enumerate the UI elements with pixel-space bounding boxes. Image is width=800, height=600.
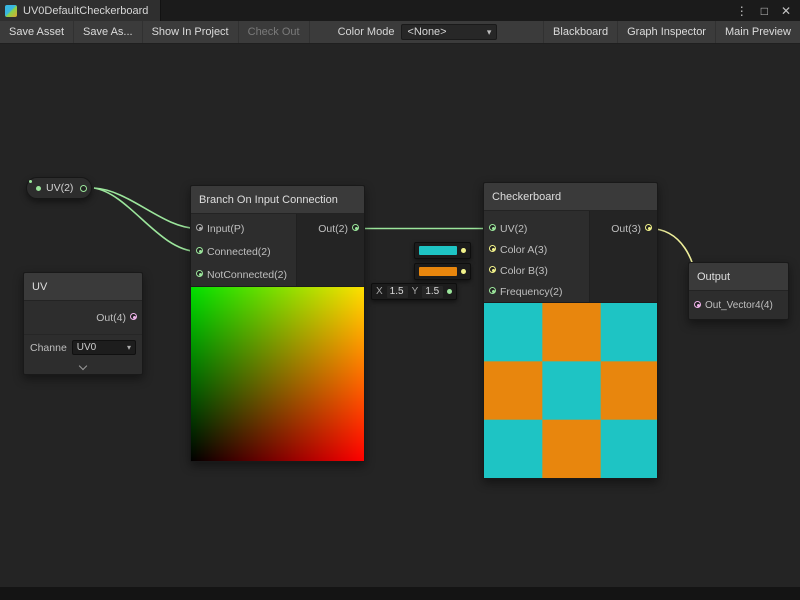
uv-property-node[interactable]: UV(2): [26, 177, 92, 199]
uv-gradient-preview: [191, 286, 364, 461]
y-axis-label: Y: [412, 286, 419, 297]
color-mode-value: <None>: [407, 26, 446, 38]
edge-uv-to-connected[interactable]: [94, 188, 197, 252]
output-column: Out(2): [296, 214, 364, 286]
out-vector4-port[interactable]: [694, 301, 701, 308]
output-column: Out(3): [589, 211, 657, 302]
channel-dropdown[interactable]: UV0 ▾: [72, 340, 136, 355]
maximize-icon[interactable]: □: [761, 5, 768, 17]
tab-title: UV0DefaultCheckerboard: [23, 5, 148, 17]
color-b-port[interactable]: [489, 266, 496, 273]
property-dot-icon: [36, 186, 41, 191]
port-label: Color B(3): [500, 265, 548, 277]
checkerboard-node-title: Checkerboard: [484, 183, 657, 211]
port-row: Color A(3): [484, 239, 589, 260]
frequency-y-input[interactable]: 1.5: [422, 286, 443, 298]
port-label: Out(4): [96, 312, 126, 324]
port-label: Color A(3): [500, 244, 547, 256]
blackboard-toggle-button[interactable]: Blackboard: [543, 21, 617, 43]
port-label: Out(3): [611, 223, 641, 235]
color-mode-label: Color Mode: [338, 26, 395, 38]
chevron-down-icon: ▾: [127, 343, 131, 352]
port-label: Input(P): [207, 223, 244, 235]
port-label: Out(2): [318, 223, 348, 235]
output-node-title: Output: [689, 263, 788, 291]
port-row: Color B(3): [484, 260, 589, 281]
frequency-port[interactable]: [489, 287, 496, 294]
collapse-preview-button[interactable]: [24, 360, 142, 374]
port-row: NotConnected(2): [191, 263, 296, 286]
port-label: UV(2): [500, 223, 527, 235]
port-row: UV(2): [484, 218, 589, 239]
port-row: Input(P): [191, 217, 296, 240]
close-icon[interactable]: ✕: [781, 5, 791, 17]
uv-input-port[interactable]: [489, 224, 496, 231]
graph-tab[interactable]: UV0DefaultCheckerboard: [0, 0, 161, 21]
port-row: Out(2): [297, 217, 364, 240]
property-label: UV(2): [46, 182, 73, 194]
chevron-down-icon: ▾: [487, 27, 492, 38]
checkerboard-node[interactable]: Checkerboard UV(2) Color A(3) Color B(3): [483, 182, 658, 479]
color-b-field[interactable]: [414, 263, 471, 280]
color-mode-control: Color Mode <None> ▾: [338, 21, 498, 43]
uv-node-output-port[interactable]: [130, 313, 137, 320]
channel-label: Channe: [30, 342, 67, 354]
frequency-field[interactable]: X 1.5 Y 1.5: [371, 283, 457, 300]
port-label: Frequency(2): [500, 286, 562, 298]
port-row: Frequency(2): [484, 281, 589, 302]
edge-uv-to-input[interactable]: [94, 188, 197, 229]
x-axis-label: X: [376, 286, 383, 297]
channel-value: UV0: [77, 342, 96, 353]
window-controls: ⋮ □ ✕: [736, 0, 800, 21]
input-p-port[interactable]: [196, 224, 203, 231]
graph-canvas[interactable]: UV(2) UV Out(4) Channe UV0 ▾ Branch: [0, 44, 800, 587]
color-a-port[interactable]: [489, 245, 496, 252]
connector-dot-icon: [461, 248, 466, 253]
shadergraph-icon: [5, 5, 17, 17]
checkerboard-preview: [484, 302, 657, 478]
branch-on-input-connection-node[interactable]: Branch On Input Connection Input(P) Conn…: [190, 185, 365, 462]
port-label: Connected(2): [207, 246, 271, 258]
input-column: UV(2) Color A(3) Color B(3) Frequency(2): [484, 211, 589, 302]
uv-node[interactable]: UV Out(4) Channe UV0 ▾: [23, 272, 143, 375]
port-row: Out(4): [24, 301, 142, 334]
branch-out-port[interactable]: [352, 224, 359, 231]
show-in-project-button[interactable]: Show In Project: [143, 21, 239, 43]
frequency-x-input[interactable]: 1.5: [387, 286, 408, 298]
port-label: Out_Vector4(4): [705, 300, 773, 311]
title-bar: UV0DefaultCheckerboard ⋮ □ ✕: [0, 0, 800, 21]
port-row: Out_Vector4(4): [689, 291, 788, 319]
uv-node-title: UV: [24, 273, 142, 301]
graph-inspector-toggle-button[interactable]: Graph Inspector: [617, 21, 715, 43]
toolbar-right-group: Blackboard Graph Inspector Main Preview: [543, 21, 800, 43]
output-node[interactable]: Output Out_Vector4(4): [688, 262, 789, 320]
main-preview-toggle-button[interactable]: Main Preview: [715, 21, 800, 43]
port-row: Connected(2): [191, 240, 296, 263]
save-asset-button[interactable]: Save Asset: [0, 21, 74, 43]
save-as-button[interactable]: Save As...: [74, 21, 143, 43]
color-a-field[interactable]: [414, 242, 471, 259]
notconnected-port[interactable]: [196, 270, 203, 277]
connected-port[interactable]: [196, 247, 203, 254]
color-b-swatch[interactable]: [419, 267, 457, 276]
connector-dot-icon: [461, 269, 466, 274]
color-a-swatch[interactable]: [419, 246, 457, 255]
check-out-button[interactable]: Check Out: [239, 21, 310, 43]
channel-control-row: Channe UV0 ▾: [24, 334, 142, 360]
branch-node-title: Branch On Input Connection: [191, 186, 364, 214]
port-row: Out(3): [590, 218, 657, 239]
shader-graph-window: UV0DefaultCheckerboard ⋮ □ ✕ Save Asset …: [0, 0, 800, 600]
kebab-menu-icon[interactable]: ⋮: [736, 5, 748, 17]
chevron-down-icon: [79, 361, 87, 369]
color-mode-dropdown[interactable]: <None> ▾: [401, 24, 497, 40]
uv-property-output-port[interactable]: [80, 185, 87, 192]
input-column: Input(P) Connected(2) NotConnected(2): [191, 214, 296, 286]
connector-dot-icon: [447, 289, 452, 294]
toolbar: Save Asset Save As... Show In Project Ch…: [0, 21, 800, 44]
port-label: NotConnected(2): [207, 269, 287, 281]
checkerboard-out-port[interactable]: [645, 224, 652, 231]
